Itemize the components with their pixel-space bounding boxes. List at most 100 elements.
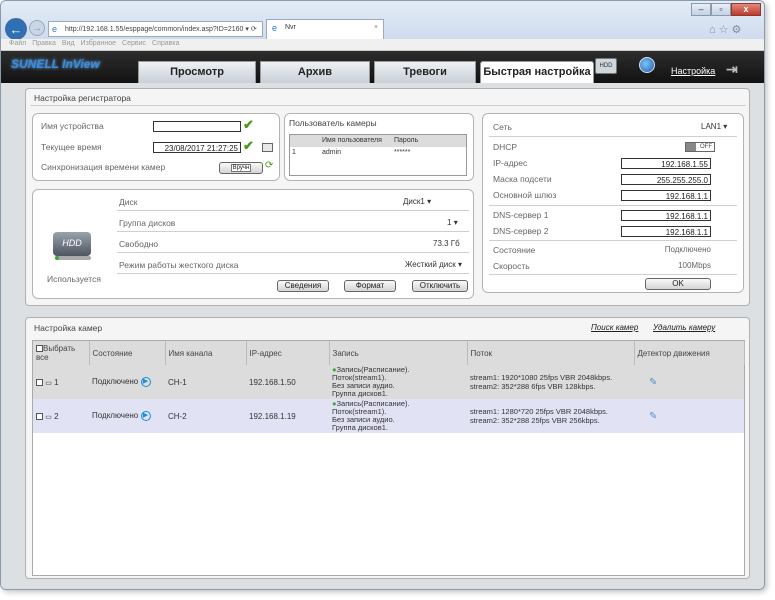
row-checkbox[interactable] bbox=[36, 378, 43, 386]
row-checkbox[interactable] bbox=[36, 412, 43, 420]
menu-edit[interactable]: Правка bbox=[32, 40, 56, 47]
close-tab-icon[interactable]: × bbox=[374, 24, 378, 31]
chevron-down-icon: ▾ bbox=[457, 260, 462, 269]
menu-tools[interactable]: Сервис bbox=[122, 40, 146, 47]
camera-user-title: Пользователь камеры bbox=[289, 118, 377, 128]
wrench-icon[interactable]: ✎ bbox=[649, 411, 657, 422]
speed-value: 100Mbps bbox=[678, 261, 711, 270]
dhcp-state: OFF bbox=[700, 144, 712, 150]
tab-quick-setup[interactable]: Быстрая настройка bbox=[480, 61, 594, 83]
sync-manual-label: Вручн bbox=[230, 164, 252, 172]
url-field[interactable]: e http://192.168.1.55/esppage/common/ind… bbox=[48, 21, 263, 37]
device-box: Имя устройства ✔ Текущее время 23/08/201… bbox=[32, 113, 280, 181]
channel-header: Имя канала bbox=[165, 341, 247, 365]
recorder-settings-panel: Настройка регистратора Имя устройства ✔ … bbox=[25, 88, 750, 306]
camera-user-box: Пользователь камеры Имя пользователя Пар… bbox=[284, 113, 474, 181]
device-name-label: Имя устройства bbox=[41, 121, 104, 131]
play-icon[interactable]: ▶ bbox=[140, 377, 151, 387]
camera-table-header: Выбрать все Состояние Имя канала IP-адре… bbox=[33, 341, 745, 365]
motion-header: Детектор движения bbox=[634, 341, 745, 365]
hdd-status-icon[interactable]: HDD bbox=[595, 58, 617, 74]
logout-icon[interactable]: ⇥ bbox=[726, 61, 738, 78]
network-label: Сеть bbox=[493, 122, 512, 132]
star-icon[interactable]: ☆ bbox=[719, 24, 732, 36]
user-row-password[interactable]: ****** bbox=[394, 149, 410, 156]
menu-file[interactable]: Файл bbox=[9, 40, 26, 47]
disk-mode-select[interactable]: Жесткий диск ▾ bbox=[405, 260, 462, 269]
disk-mode-value: Жесткий диск bbox=[405, 260, 456, 269]
menu-favorites[interactable]: Избранное bbox=[81, 40, 116, 47]
tab-alarms[interactable]: Тревоги bbox=[374, 61, 476, 83]
window-controls: – ▫ x bbox=[691, 3, 761, 16]
select-all-header[interactable]: Выбрать все bbox=[33, 341, 90, 365]
current-time-label: Текущее время bbox=[41, 142, 102, 152]
disk-format-button[interactable]: Формат bbox=[344, 280, 396, 292]
status-label: Состояние bbox=[493, 245, 536, 255]
password-col-header: Пароль bbox=[394, 137, 419, 144]
url-text: http://192.168.1.55/esppage/common/index… bbox=[65, 26, 257, 33]
browser-window: ← → e http://192.168.1.55/esppage/common… bbox=[0, 0, 765, 590]
delete-camera-link[interactable]: Удалить камеру bbox=[653, 323, 715, 332]
disk-group-select[interactable]: 1 ▾ bbox=[447, 218, 458, 227]
device-name-input[interactable] bbox=[153, 121, 241, 132]
address-bar-area: ← → e http://192.168.1.55/esppage/common… bbox=[1, 1, 764, 40]
stream-line: stream1: 1280*720 25fps VBR 2048kbps. bbox=[470, 407, 609, 416]
free-space-value: 73.3 Гб bbox=[433, 239, 460, 248]
user-row-name[interactable]: admin bbox=[322, 149, 341, 156]
forward-icon[interactable]: → bbox=[29, 20, 45, 36]
menu-help[interactable]: Справка bbox=[152, 40, 179, 47]
dns2-input[interactable]: 192.168.1.1 bbox=[621, 226, 711, 237]
rec-line: Группа дисков1. bbox=[332, 423, 388, 432]
table-row[interactable]: ▭ 2 Подключено ▶ CH-2 192.168.1.19 ●Запи… bbox=[33, 399, 744, 433]
network-select[interactable]: LAN1 ▾ bbox=[701, 122, 727, 131]
disk-select-value: Диск1 bbox=[403, 197, 425, 206]
browser-tool-icons: ⌂☆⚙ bbox=[709, 23, 744, 36]
row-status: Подключено bbox=[92, 377, 139, 387]
sync-manual-button[interactable]: Вручн bbox=[219, 162, 263, 174]
tab-archive[interactable]: Архив bbox=[260, 61, 370, 83]
maximize-button[interactable]: ▫ bbox=[711, 3, 731, 16]
gear-icon[interactable]: ⚙ bbox=[732, 24, 745, 36]
browser-tab[interactable]: e Nvr × bbox=[266, 19, 384, 39]
play-icon[interactable]: ▶ bbox=[140, 411, 151, 421]
check-icon: ✔ bbox=[243, 117, 254, 132]
disk-disconnect-button[interactable]: Отключить bbox=[412, 280, 468, 292]
minimize-button[interactable]: – bbox=[691, 3, 711, 16]
wrench-icon[interactable]: ✎ bbox=[649, 377, 657, 388]
menu-view[interactable]: Вид bbox=[62, 40, 75, 47]
search-cameras-link[interactable]: Поиск камер bbox=[591, 323, 638, 332]
gateway-label: Основной шлюз bbox=[493, 190, 557, 200]
select-all-checkbox[interactable] bbox=[36, 345, 43, 353]
ip-label: IP-адрес bbox=[493, 158, 528, 168]
camera-table: Выбрать все Состояние Имя канала IP-адре… bbox=[33, 341, 745, 433]
network-ok-button[interactable]: OK bbox=[645, 278, 711, 290]
calendar-icon[interactable] bbox=[262, 143, 273, 152]
tab-live-view[interactable]: Просмотр bbox=[138, 61, 256, 83]
mask-input[interactable]: 255.255.255.0 bbox=[621, 174, 711, 185]
settings-link[interactable]: Настройка bbox=[671, 66, 715, 76]
disk-info-button[interactable]: Сведения bbox=[277, 280, 329, 292]
close-window-button[interactable]: x bbox=[731, 3, 761, 16]
back-icon[interactable]: ← bbox=[5, 18, 27, 40]
mask-label: Маска подсети bbox=[493, 174, 552, 184]
rec-line: Группа дисков1. bbox=[332, 389, 388, 398]
gateway-input[interactable]: 192.168.1.1 bbox=[621, 190, 711, 201]
network-box: Сеть LAN1 ▾ DHCP OFF IP-адрес 192.168.1.… bbox=[482, 113, 744, 293]
dns1-input[interactable]: 192.168.1.1 bbox=[621, 210, 711, 221]
user-col-header: Имя пользователя bbox=[322, 137, 382, 144]
row-number: 2 bbox=[54, 411, 59, 421]
disk-select[interactable]: Диск1 ▾ bbox=[403, 197, 431, 206]
app-header: SUNELL InView Просмотр Архив Тревоги Быс… bbox=[1, 51, 764, 83]
dhcp-toggle[interactable]: OFF bbox=[685, 142, 715, 152]
ie-logo-icon: e bbox=[52, 24, 58, 34]
current-time-input[interactable]: 23/08/2017 21:27:25 bbox=[153, 142, 241, 153]
disk-used-label: Используется bbox=[47, 274, 101, 284]
recorder-settings-title: Настройка регистратора bbox=[34, 93, 131, 103]
ip-input[interactable]: 192.168.1.55 bbox=[621, 158, 711, 169]
home-icon[interactable]: ⌂ bbox=[709, 24, 719, 36]
stream-line: stream1: 1920*1080 25fps VBR 2048kbps. bbox=[470, 373, 613, 382]
row-recording: ●Запись(Расписание). Поток(stream1). Без з… bbox=[329, 365, 467, 399]
table-row[interactable]: ▭ 1 Подключено ▶ CH-1 192.168.1.50 ●Запи… bbox=[33, 365, 744, 399]
network-globe-icon[interactable] bbox=[639, 57, 655, 73]
refresh-icon[interactable]: ⟳ bbox=[265, 160, 273, 171]
